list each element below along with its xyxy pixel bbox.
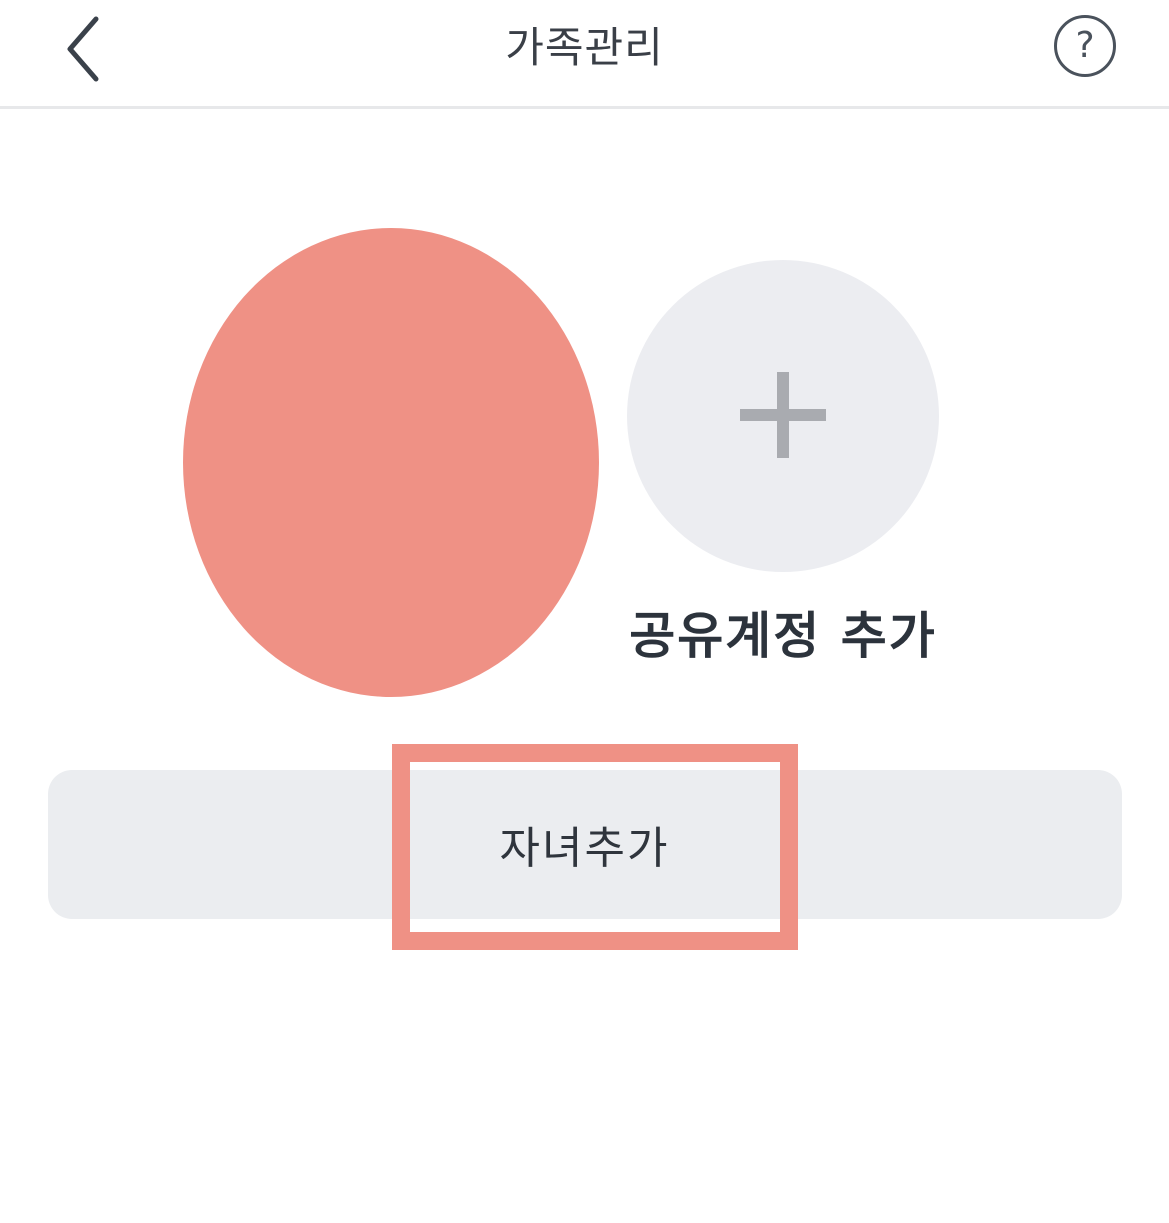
- plus-icon: [740, 372, 826, 458]
- avatar[interactable]: [183, 228, 599, 697]
- app-header: 가족관리 ?: [0, 0, 1169, 109]
- help-button[interactable]: ?: [1054, 15, 1116, 77]
- add-child-label: 자녀추가: [499, 823, 670, 874]
- add-shared-account-label: 공유계정 추가: [629, 607, 937, 665]
- page-title: 가족관리: [505, 23, 664, 72]
- help-icon: ?: [1075, 25, 1095, 66]
